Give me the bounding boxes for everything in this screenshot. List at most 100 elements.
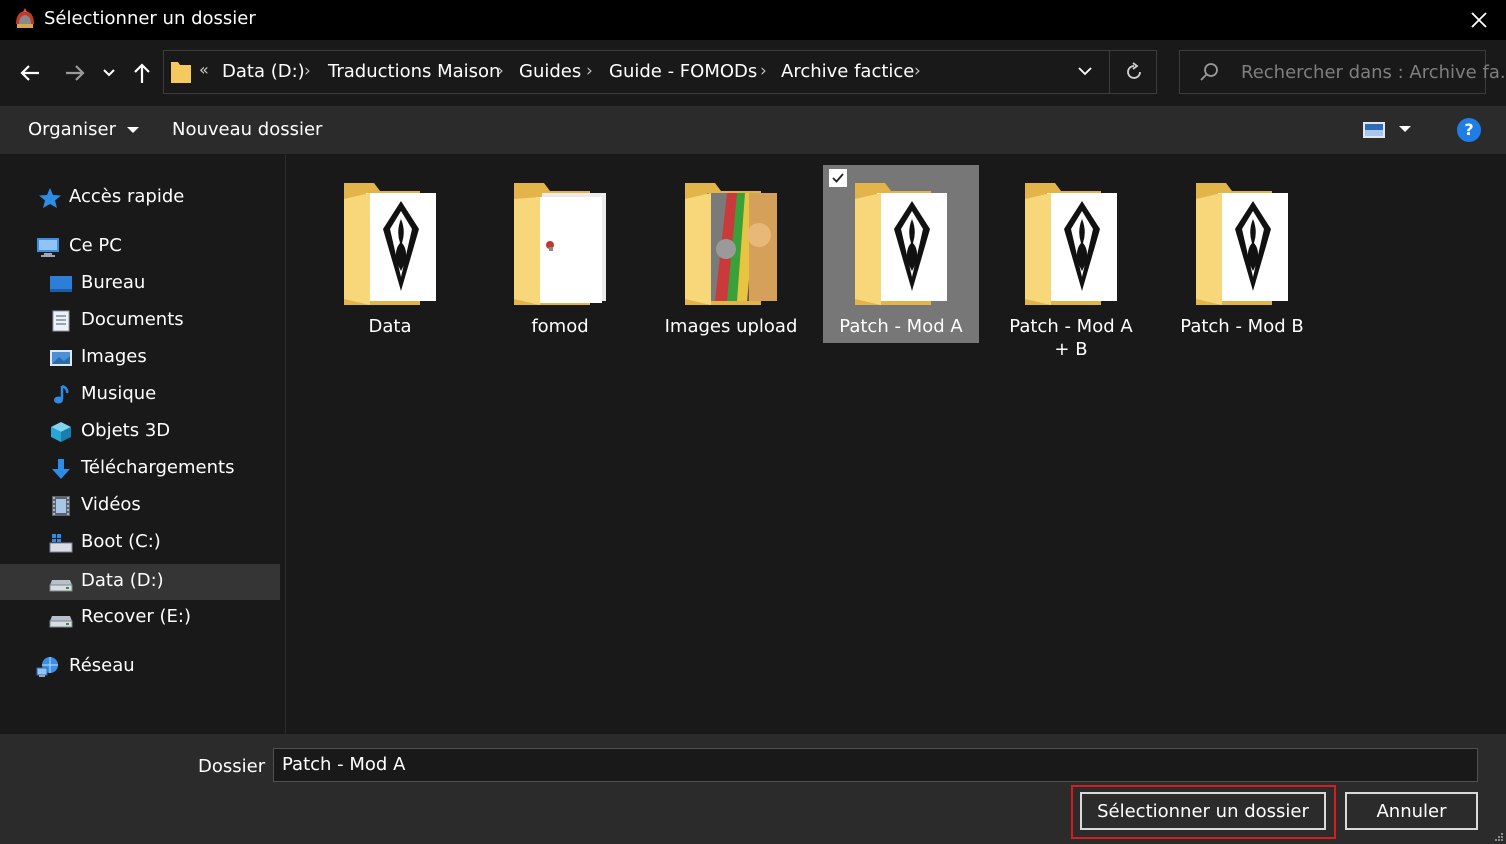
forward-button[interactable] <box>60 58 90 88</box>
search-box[interactable]: Rechercher dans : Archive fa... <box>1179 50 1506 94</box>
cancel-button[interactable]: Annuler <box>1345 792 1478 830</box>
breadcrumb-archive-factice[interactable]: Archive factice <box>781 61 914 82</box>
sidebar-item-objets-3d[interactable]: Objets 3D <box>0 414 280 450</box>
skyrim-folder-icon <box>855 183 947 305</box>
skyrim-folder-icon <box>1025 183 1117 305</box>
video-icon <box>52 496 70 516</box>
drive-icon <box>49 580 73 592</box>
view-dropdown-icon[interactable] <box>1398 124 1412 134</box>
folder-icon <box>171 62 191 83</box>
sidebar-item-boot-c[interactable]: Boot (C:) <box>0 525 280 561</box>
search-icon <box>1200 63 1218 81</box>
breadcrumb-separator[interactable]: › <box>586 61 593 81</box>
folder-item-fomod[interactable]: fomod <box>482 165 638 343</box>
close-button[interactable] <box>1452 0 1506 40</box>
windows-drive-icon <box>49 534 73 553</box>
breadcrumb-traductions-maison[interactable]: Traductions Maison <box>328 61 500 82</box>
folder-item-data[interactable]: Data <box>312 165 468 343</box>
folder-label: Patch - Mod A <box>839 316 963 337</box>
resize-grip-icon[interactable] <box>1494 832 1504 842</box>
sidebar-item-recover-e[interactable]: Recover (E:) <box>0 600 280 636</box>
sidebar-item-label: Documents <box>81 309 184 330</box>
folder-label: Patch - Mod B <box>1180 316 1304 337</box>
sidebar-item-telechargements[interactable]: Téléchargements <box>0 451 280 487</box>
breadcrumb-separator[interactable]: › <box>304 61 311 81</box>
folder-label: Patch - Mod A + B <box>1009 316 1133 360</box>
sidebar-item-images[interactable]: Images <box>0 340 280 376</box>
folder-view: Data fomod Images upload Patch - Mod A P… <box>286 155 1506 734</box>
sidebar-item-label: Accès rapide <box>69 186 185 207</box>
folder-name-field[interactable]: Patch - Mod A <box>273 748 1478 782</box>
computer-icon <box>37 238 59 257</box>
sidebar-item-label: Recover (E:) <box>81 606 192 627</box>
sidebar-item-documents[interactable]: Documents <box>0 303 280 339</box>
sidebar-item-bureau[interactable]: Bureau <box>0 266 280 302</box>
view-options-icon[interactable] <box>1362 121 1386 139</box>
chevron-down-icon <box>126 127 139 133</box>
refresh-icon[interactable] <box>1122 60 1146 84</box>
address-bar[interactable]: « Data (D:) › Traductions Maison › Guide… <box>163 50 1157 94</box>
folder-field-label: Dossier : <box>198 756 277 777</box>
search-placeholder[interactable]: Rechercher dans : Archive fa... <box>1241 62 1506 83</box>
breadcrumb-guides[interactable]: Guides <box>519 61 581 82</box>
sidebar-item-musique[interactable]: Musique <box>0 377 280 413</box>
sidebar-item-label: Ce PC <box>69 235 122 256</box>
sidebar-item-data-d[interactable]: Data (D:) <box>0 564 280 600</box>
sidebar-item-acces-rapide[interactable]: Accès rapide <box>0 180 280 216</box>
back-button[interactable] <box>15 58 45 88</box>
app-helmet-icon <box>16 8 34 28</box>
sidebar-item-label: Musique <box>81 383 157 404</box>
sidebar-item-reseau[interactable]: Réseau <box>0 649 280 685</box>
download-icon <box>52 459 70 479</box>
dialog-footer: Dossier : Patch - Mod A Sélectionner un … <box>0 734 1506 844</box>
breadcrumb-guide-fomods[interactable]: Guide - FOMODs <box>609 61 757 82</box>
pictures-icon <box>50 350 72 366</box>
selection-checkbox[interactable] <box>829 169 847 187</box>
document-folder-icon <box>514 183 606 305</box>
network-icon <box>36 657 58 677</box>
breadcrumb-separator[interactable]: › <box>497 61 504 81</box>
folder-label: Data <box>368 316 412 337</box>
skyrim-folder-icon <box>1196 183 1288 305</box>
sidebar-item-label: Vidéos <box>81 494 141 515</box>
folder-item-patch-mod-b[interactable]: Patch - Mod B <box>1164 165 1320 343</box>
breadcrumb-overflow[interactable]: « <box>199 60 209 79</box>
drive-icon <box>49 616 73 628</box>
sidebar-item-label: Boot (C:) <box>81 531 161 552</box>
sidebar-item-label: Data (D:) <box>81 570 164 591</box>
folder-name-value: Patch - Mod A <box>282 754 406 775</box>
arrow-right-icon <box>66 65 85 81</box>
skyrim-folder-icon <box>344 183 436 305</box>
new-folder-button[interactable]: Nouveau dossier <box>172 119 322 140</box>
organize-label: Organiser <box>28 119 116 140</box>
help-icon[interactable]: ? <box>1457 118 1481 142</box>
folder-item-patch-mod-a[interactable]: Patch - Mod A <box>823 165 979 343</box>
breadcrumb-separator[interactable]: › <box>760 61 767 81</box>
window-title: Sélectionner un dossier <box>44 8 256 29</box>
music-icon <box>54 384 69 404</box>
up-button[interactable] <box>127 58 157 88</box>
chevron-down-icon <box>103 69 115 77</box>
checkmark-icon <box>832 173 844 183</box>
address-dropdown-icon[interactable] <box>1076 61 1094 81</box>
select-folder-button[interactable]: Sélectionner un dossier <box>1080 792 1326 830</box>
recent-locations-button[interactable] <box>96 58 122 88</box>
sidebar-item-label: Réseau <box>69 655 135 676</box>
sidebar-item-label: Objets 3D <box>81 420 171 441</box>
photo-folder-icon <box>685 183 777 305</box>
organize-button[interactable]: Organiser <box>28 119 140 140</box>
folder-item-patch-mod-a-b[interactable]: Patch - Mod A + B <box>993 165 1149 360</box>
arrow-left-icon <box>20 65 39 81</box>
breadcrumb-data-drive[interactable]: Data (D:) <box>222 61 305 82</box>
sidebar-item-label: Images <box>81 346 147 367</box>
command-bar: Organiser Nouveau dossier ? <box>0 106 1506 155</box>
star-icon <box>39 188 61 208</box>
close-icon <box>1471 12 1487 28</box>
folder-label: fomod <box>531 316 589 337</box>
desktop-icon <box>50 276 72 292</box>
address-divider <box>1109 51 1110 93</box>
sidebar-item-ce-pc[interactable]: Ce PC <box>0 229 280 265</box>
breadcrumb-separator[interactable]: › <box>914 61 921 81</box>
folder-item-images-upload[interactable]: Images upload <box>653 165 809 343</box>
sidebar-item-videos[interactable]: Vidéos <box>0 488 280 524</box>
